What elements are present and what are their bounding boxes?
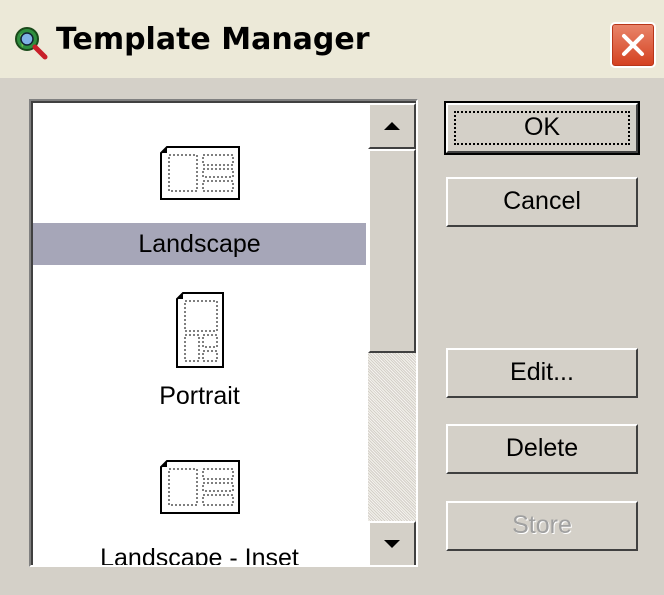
- cancel-button[interactable]: Cancel: [446, 177, 638, 227]
- edit-button-label: Edit...: [510, 358, 574, 386]
- globe-magnifier-icon[interactable]: [14, 26, 48, 60]
- edit-button[interactable]: Edit...: [446, 348, 638, 398]
- landscape-inset-template-icon: [157, 455, 243, 519]
- scroll-up-button[interactable]: [368, 103, 416, 149]
- vertical-scrollbar[interactable]: [368, 103, 416, 565]
- delete-button-label: Delete: [505, 434, 579, 462]
- delete-button[interactable]: Delete: [446, 424, 638, 474]
- scrollbar-thumb[interactable]: [368, 149, 416, 353]
- ok-button-label: OK: [523, 113, 561, 141]
- scroll-down-button[interactable]: [368, 521, 416, 565]
- arrow-up-icon: [384, 122, 400, 130]
- close-button[interactable]: [610, 22, 656, 68]
- store-button: Store: [446, 501, 638, 551]
- portrait-template-icon: [173, 289, 227, 371]
- template-list[interactable]: Landscape Portrait Landscape - Inset: [29, 99, 418, 567]
- list-item-portrait[interactable]: Portrait: [33, 289, 366, 449]
- list-item-landscape-inset[interactable]: Landscape - Inset: [33, 455, 366, 565]
- store-button-label: Store: [512, 511, 572, 539]
- list-item-label: Landscape - Inset: [100, 544, 299, 565]
- close-icon: [622, 34, 644, 56]
- title-bar[interactable]: Template Manager: [0, 0, 664, 78]
- window-title: Template Manager: [56, 22, 370, 57]
- arrow-down-icon: [384, 540, 400, 548]
- list-item-label: Portrait: [159, 382, 240, 410]
- list-item-label: Landscape: [33, 223, 366, 265]
- list-item-landscape[interactable]: Landscape: [33, 141, 366, 301]
- cancel-button-label: Cancel: [503, 187, 581, 215]
- landscape-template-icon: [157, 141, 243, 205]
- ok-button[interactable]: OK: [444, 101, 640, 155]
